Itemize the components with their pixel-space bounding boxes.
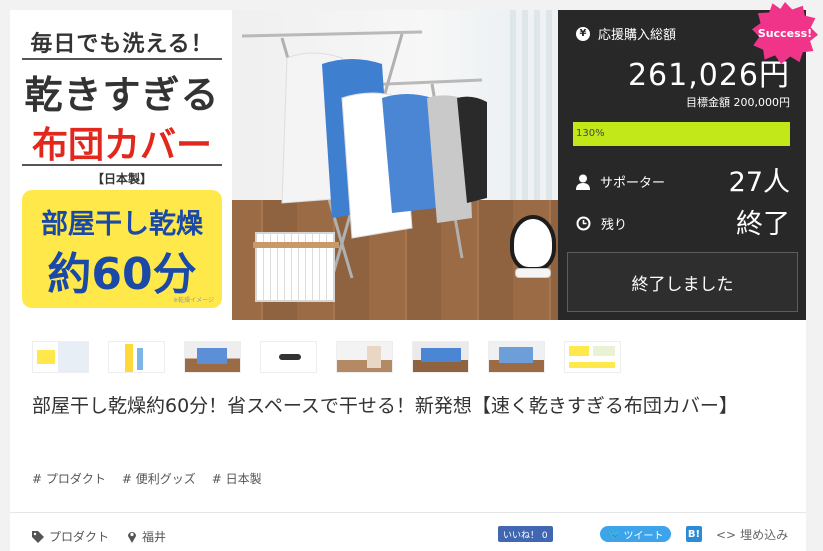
location-pin-icon (128, 532, 137, 543)
person-icon (576, 174, 590, 190)
tag-made-in-japan[interactable]: # 日本製 (212, 470, 262, 487)
hero-line-5: 部屋干し乾燥 (41, 209, 203, 240)
hero-line-3: 布団カバー (31, 125, 212, 166)
hero-caption: ※乾燥イメージ (173, 297, 214, 304)
category-link[interactable]: プロダクト (32, 528, 109, 545)
laundry-basket (253, 232, 339, 302)
thumbnail[interactable] (108, 341, 165, 373)
tag-useful-goods[interactable]: # 便利グッズ (122, 470, 196, 487)
thumbnail[interactable] (564, 341, 621, 373)
facebook-like-label: いいね！ 0 (503, 530, 548, 541)
hatena-bookmark-button[interactable]: B! (686, 526, 702, 542)
divider (10, 512, 806, 513)
thumbnail-strip (32, 341, 621, 373)
tag-product[interactable]: # プロダクト (32, 470, 106, 487)
remaining-row: 残り (576, 214, 627, 233)
tweet-label: ツイート (623, 530, 664, 542)
total-label-row: ¥ 応援購入総額 (576, 24, 676, 43)
thumbnail[interactable] (260, 341, 317, 373)
thumbnail[interactable] (32, 341, 89, 373)
project-meta: プロダクト 福井 (32, 528, 166, 545)
goal-amount: 目標金額 200,000円 (686, 96, 790, 109)
tag-icon (32, 530, 44, 543)
project-title: 部屋干し乾燥約60分！省スペースで干せる！新発想【速く乾きすぎる布団カバー】 (32, 395, 738, 417)
thumbnail[interactable] (184, 341, 241, 373)
progress-fill: 130% (573, 122, 790, 146)
thumbnail[interactable] (412, 341, 469, 373)
hero-line-2: 乾きすぎる (24, 73, 220, 117)
embed-label: 埋め込み (740, 528, 789, 542)
remaining-label: 残り (601, 218, 628, 233)
hero-rule (22, 164, 222, 166)
twitter-tweet-button[interactable]: 🐦 ツイート (600, 526, 672, 542)
remaining-value: 終了 (736, 209, 790, 240)
hero-rule (22, 58, 222, 60)
code-icon: <> (716, 527, 737, 542)
fan-base (515, 268, 551, 278)
tag-list: # プロダクト # 便利グッズ # 日本製 (32, 470, 262, 487)
category-label: プロダクト (49, 530, 110, 544)
total-label: 応援購入総額 (598, 28, 677, 43)
progress-bar: 130% (573, 122, 790, 146)
hero-text-panel: 毎日でも洗える！ 乾きすぎる 布団カバー 【日本製】 部屋干し乾燥 約60分 ※… (10, 10, 232, 320)
facebook-like-button[interactable]: いいね！ 0 (498, 526, 553, 542)
thumbnail[interactable] (488, 341, 545, 373)
location-link[interactable]: 福井 (127, 528, 166, 545)
project-ended-button[interactable]: 終了しました (567, 252, 798, 312)
yen-icon: ¥ (576, 26, 590, 41)
circulator-fan (510, 215, 556, 271)
main-project-image[interactable]: 毎日でも洗える！ 乾きすぎる 布団カバー 【日本製】 部屋干し乾燥 約60分 ※… (10, 10, 558, 320)
hero-highlight-box: 部屋干し乾燥 約60分 ※乾燥イメージ (22, 190, 222, 308)
hero-line-4: 【日本製】 (91, 172, 152, 186)
location-label: 福井 (142, 530, 167, 544)
hero-line-6: 約60分 (47, 249, 197, 300)
supporters-count: 27人 (728, 167, 790, 198)
supporters-label: サポーター (600, 176, 666, 191)
twitter-icon: 🐦 (608, 528, 621, 540)
embed-button[interactable]: <> 埋め込み (716, 526, 788, 543)
thumbnail[interactable] (336, 341, 393, 373)
hero-line-1: 毎日でも洗える！ (30, 32, 214, 57)
supporters-row: サポーター (576, 172, 665, 191)
clock-icon (576, 216, 591, 231)
